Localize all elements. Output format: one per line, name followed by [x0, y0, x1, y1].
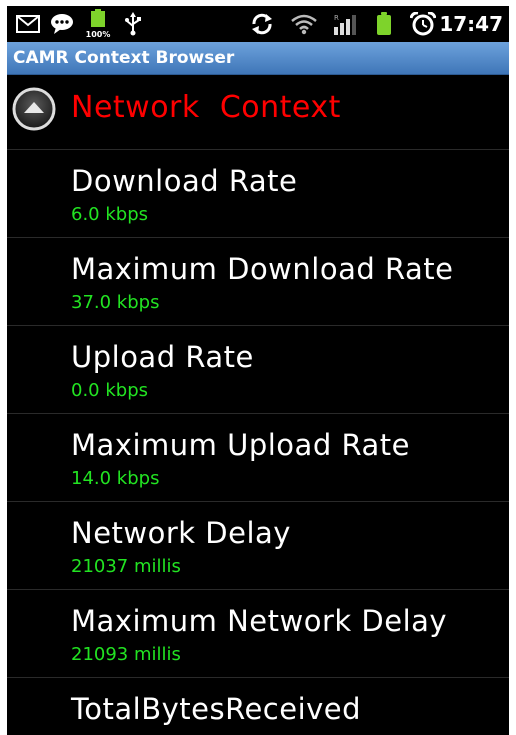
item-value: 6.0 kbps — [71, 204, 149, 225]
usb-icon — [121, 12, 145, 36]
group-header-network-context[interactable]: Network Context — [7, 75, 509, 150]
item-label: TotalBytesReceived — [71, 692, 362, 726]
signal-icon: R — [331, 12, 359, 36]
list-item[interactable]: Maximum Download Rate 37.0 kbps — [7, 238, 509, 326]
alarm-icon — [409, 12, 437, 36]
item-label: Maximum Network Delay — [71, 604, 448, 638]
battery-percent-label: 100% — [85, 30, 111, 39]
battery-icon: 100% — [83, 9, 113, 39]
item-value: 37.0 kbps — [71, 292, 160, 313]
group-title: Network Context — [71, 90, 341, 125]
item-value: 21037 millis — [71, 556, 181, 577]
list-item[interactable]: Maximum Network Delay 21093 millis — [7, 590, 509, 678]
chat-icon — [49, 12, 75, 36]
battery-charging-icon — [373, 12, 395, 36]
context-list: Download Rate 6.0 kbps Maximum Download … — [7, 150, 509, 735]
app-title-bar: CAMR Context Browser — [7, 42, 509, 75]
phone-screen: 100% R 17:47 CAMR Context Browser Networ… — [7, 6, 509, 735]
item-label: Maximum Upload Rate — [71, 428, 410, 462]
item-value: 21093 millis — [71, 644, 181, 665]
list-item[interactable]: Upload Rate 0.0 kbps — [7, 326, 509, 414]
list-item[interactable]: Maximum Upload Rate 14.0 kbps — [7, 414, 509, 502]
collapse-arrow-icon[interactable] — [12, 87, 56, 131]
item-label: Maximum Download Rate — [71, 252, 454, 286]
item-value: 0.0 kbps — [71, 380, 149, 401]
sync-icon — [249, 12, 275, 36]
svg-text:R: R — [334, 14, 339, 22]
mail-icon — [15, 12, 41, 36]
wifi-icon — [289, 12, 319, 36]
list-item[interactable]: Download Rate 6.0 kbps — [7, 150, 509, 238]
item-label: Network Delay — [71, 516, 291, 550]
status-bar: 100% R 17:47 — [7, 6, 509, 42]
item-label: Download Rate — [71, 164, 298, 198]
list-item[interactable]: Network Delay 21037 millis — [7, 502, 509, 590]
item-label: Upload Rate — [71, 340, 254, 374]
list-item[interactable]: TotalBytesReceived — [7, 678, 509, 735]
app-title: CAMR Context Browser — [13, 48, 235, 68]
status-time: 17:47 — [439, 12, 503, 36]
item-value: 14.0 kbps — [71, 468, 160, 489]
